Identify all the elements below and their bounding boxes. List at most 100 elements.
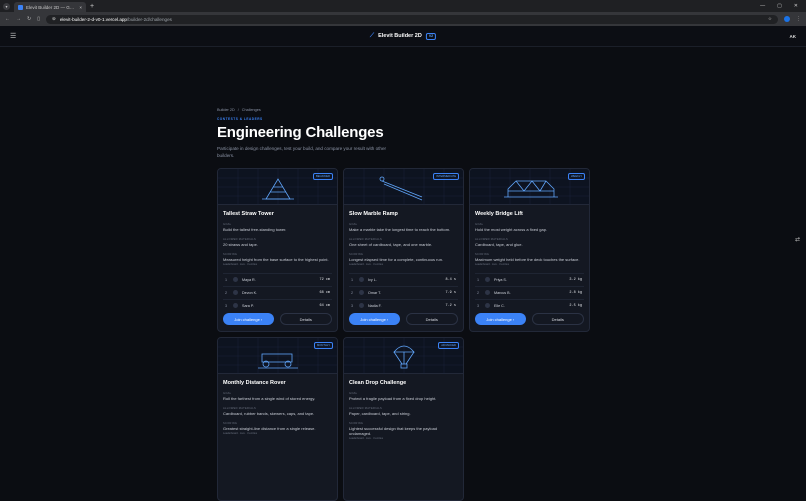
hamburger-menu-icon[interactable]: ☰ [10, 32, 16, 40]
goal-label: Goal [349, 223, 358, 226]
main-content: Builder 2D / Challenges CONTESTS & LEADERS… [217, 108, 592, 501]
reload-icon[interactable]: ↻ [27, 16, 31, 22]
bookmark-star-icon[interactable]: ☆ [768, 16, 772, 22]
details-button[interactable]: Details [279, 313, 332, 325]
materials-label: Allowed materials [475, 238, 509, 241]
card-title: Tallest Straw Tower [223, 211, 274, 217]
browser-toolbar: ← → ↻ ▯ ⊜ elevit-builder-2-d-v0-1.vercel.… [0, 12, 806, 26]
leaderboard-row[interactable]: 2 Omar T. 7.9 s [349, 286, 458, 298]
rank: 1 [477, 277, 480, 282]
scoring-label: Scoring [475, 253, 490, 256]
materials-label: Allowed materials [349, 407, 383, 410]
leader-name: Omar T. [368, 290, 382, 295]
leaderboard: 1 Maya R. 72 cm 2 Devon K. 68 cm 3 Sara P. 64 … [223, 273, 332, 311]
challenge-card: Monthly Monthly Distance Rover Goal Roll… [217, 337, 338, 501]
leaderboard-row[interactable]: 2 Devon K. 68 cm [223, 286, 332, 298]
materials-text: One sheet of cardboard, tape, and one ma… [349, 242, 433, 247]
browser-tab[interactable]: Elevit Builder 2D — Guided B...× [14, 2, 86, 12]
leader-name: Elle C. [494, 303, 505, 308]
page-title: Engineering Challenges [217, 124, 384, 141]
leaderboard-label: Leaderboard · Live · 3 entries [223, 263, 258, 266]
extension-icon[interactable] [784, 16, 790, 22]
scoring-label: Scoring [349, 253, 364, 256]
breadcrumb-current: Challenges [241, 108, 261, 112]
leaderboard-row[interactable]: 1 Maya R. 72 cm [223, 273, 332, 285]
join-challenge-button[interactable]: Join challenge › [349, 313, 400, 325]
minimize-icon[interactable]: — [760, 3, 765, 9]
leader-name: Sara P. [242, 303, 254, 308]
scoring-text: Maximum weight held before the deck touc… [475, 257, 580, 262]
maximize-icon[interactable]: ▢ [777, 3, 782, 9]
avatar [359, 303, 364, 308]
tower-illustration: Beginner [218, 169, 337, 205]
materials-label: Allowed materials [223, 407, 257, 410]
leaderboard: 1 Priya S. 3.2 kg 2 Marcus B. 2.8 kg 3 Elle C… [475, 273, 584, 311]
feedback-icon[interactable]: ⇄ [795, 236, 800, 243]
menu-kebab-icon[interactable]: ⋮ [796, 16, 801, 22]
challenge-grid: Beginner Tallest Straw Tower Goal Build … [217, 168, 590, 501]
site-info-icon[interactable]: ⊜ [52, 16, 56, 22]
rank: 1 [225, 277, 228, 282]
avatar [485, 277, 490, 282]
page-eyebrow: CONTESTS & LEADERS [217, 117, 263, 121]
leader-score: 8.4 s [445, 277, 456, 282]
leaderboard-row[interactable]: 3 Sara P. 64 cm [223, 299, 332, 311]
breadcrumb-separator: / [237, 108, 239, 112]
avatar [233, 290, 238, 295]
scoring-text: Longest elapsed time for a complete, con… [349, 257, 444, 262]
avatar [359, 290, 364, 295]
breadcrumb: Builder 2D / Challenges [217, 108, 592, 112]
details-button[interactable]: Details [531, 313, 584, 325]
goal-label: Goal [223, 392, 232, 395]
materials-label: Allowed materials [223, 238, 257, 241]
address-bar[interactable]: ⊜ elevit-builder-2-d-v0-1.vercel.app/buil… [45, 14, 778, 24]
avatar [485, 303, 490, 308]
leaderboard-row[interactable]: 1 Priya S. 3.2 kg [475, 273, 584, 285]
goal-text: Protect a fragile payload from a fixed d… [349, 396, 437, 401]
forward-icon[interactable]: → [16, 16, 21, 22]
join-challenge-button[interactable]: Join challenge › [475, 313, 526, 325]
materials-text: Cardboard, rubber bands, skewers, caps, … [223, 411, 315, 416]
leaderboard-row[interactable]: 1 Ivy L. 8.4 s [349, 273, 458, 285]
materials-text: Cardboard, tape, and glue. [475, 242, 523, 247]
leader-name: Maya R. [242, 277, 256, 282]
leaderboard-row[interactable]: 2 Marcus B. 2.8 kg [475, 286, 584, 298]
rank: 3 [351, 303, 354, 308]
back-icon[interactable]: ← [5, 16, 10, 22]
goal-text: Hold the most weight across a fixed gap. [475, 227, 548, 232]
difficulty-badge: Intermediate [433, 173, 459, 180]
leaderboard-row[interactable]: 3 Elle C. 2.5 kg [475, 299, 584, 311]
difficulty-badge: Monthly [314, 342, 333, 349]
brand[interactable]: ⟋ Elevit Builder 2D V2 [370, 32, 437, 40]
avatar [233, 277, 238, 282]
leader-name: Nadia F. [368, 303, 382, 308]
ramp-illustration: Intermediate [344, 169, 463, 205]
rover-illustration: Monthly [218, 338, 337, 374]
new-tab-icon[interactable]: + [90, 3, 94, 10]
user-avatar[interactable]: AK [790, 34, 797, 39]
scoring-label: Scoring [223, 253, 238, 256]
materials-label: Allowed materials [349, 238, 383, 241]
details-button[interactable]: Details [405, 313, 458, 325]
leader-score: 64 cm [319, 303, 330, 308]
leader-name: Ivy L. [368, 277, 377, 282]
materials-text: 20 straws and tape. [223, 242, 258, 247]
breadcrumb-root[interactable]: Builder 2D [217, 108, 235, 112]
tab-title: Elevit Builder 2D — Guided B... [26, 4, 76, 10]
tab-search-icon[interactable]: ▾ [3, 2, 10, 10]
browser-tabstrip: ▾ Elevit Builder 2D — Guided B...× + — ▢ ✕ [0, 0, 806, 12]
difficulty-badge: Weekly [567, 173, 585, 180]
tab-close-icon[interactable]: × [79, 5, 82, 10]
challenge-card: Advanced Clean Drop Challenge Goal Prote… [343, 337, 464, 501]
leaderboard-row[interactable]: 3 Nadia F. 7.2 s [349, 299, 458, 311]
join-challenge-button[interactable]: Join challenge › [223, 313, 274, 325]
sidebar-icon[interactable]: ▯ [37, 16, 40, 22]
scoring-text: Greatest straight-line distance from a s… [223, 426, 316, 431]
leader-name: Devon K. [242, 290, 258, 295]
leaderboard: 1 Ivy L. 8.4 s 2 Omar T. 7.9 s 3 Nadia F. 7.2 … [349, 273, 458, 311]
card-title: Monthly Distance Rover [223, 380, 286, 386]
rank: 3 [477, 303, 480, 308]
goal-text: Make a marble take the longest time to r… [349, 227, 451, 232]
close-window-icon[interactable]: ✕ [794, 3, 798, 9]
goal-text: Roll the farthest from a single wind of … [223, 396, 316, 401]
